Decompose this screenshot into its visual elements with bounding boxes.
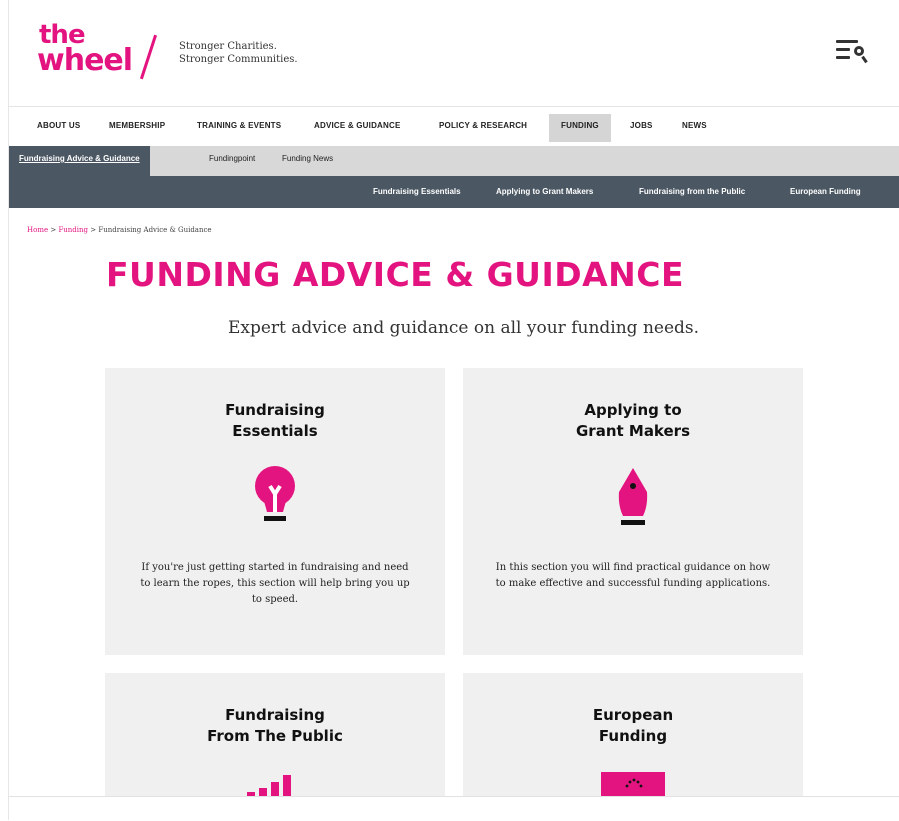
card-description: In this section you will find practical …	[495, 562, 771, 589]
logo-wheel: wheel	[37, 43, 133, 78]
subnav-funding-news[interactable]: Funding News	[282, 146, 333, 176]
tagline-line2: Stronger Communities.	[179, 54, 298, 65]
section-link-public[interactable]: Fundraising from the Public	[639, 176, 745, 208]
breadcrumb-sep-1: >	[48, 226, 59, 234]
subnav-fundraising-advice[interactable]: Fundraising Advice & Guidance	[9, 146, 150, 176]
card-title-line1: Fundraising	[225, 401, 325, 419]
tagline-line1: Stronger Charities.	[179, 41, 277, 52]
nav-training-events[interactable]: TRAINING & EVENTS	[197, 114, 281, 142]
card-fundraising-essentials[interactable]: Fundraising Essentials If you're just ge…	[105, 368, 445, 655]
page-title: FUNDING ADVICE & GUIDANCE	[106, 255, 685, 294]
card-title-line2: Essentials	[232, 422, 318, 440]
menu-line-2	[836, 48, 850, 51]
site-tagline: Stronger Charities. Stronger Communities…	[179, 40, 298, 66]
section-link-essentials[interactable]: Fundraising Essentials	[373, 176, 461, 208]
logo-slash	[139, 34, 158, 80]
menu-search-icon[interactable]	[836, 38, 868, 64]
breadcrumb-current: Fundraising Advice & Guidance	[98, 226, 212, 234]
nav-advice-guidance[interactable]: ADVICE & GUIDANCE	[314, 114, 401, 142]
card-fundraising-public[interactable]: Fundraising From The Public	[105, 673, 445, 796]
breadcrumb-home[interactable]: Home	[27, 226, 48, 234]
card-title: European Funding	[463, 705, 803, 747]
card-description: If you're just getting started in fundra…	[140, 562, 410, 605]
menu-line-1	[836, 40, 858, 43]
subnav-fundingpoint[interactable]: Fundingpoint	[209, 146, 255, 176]
nav-policy-research[interactable]: POLICY & RESEARCH	[439, 114, 527, 142]
nav-jobs[interactable]: JOBS	[630, 114, 653, 142]
search-lens	[854, 46, 864, 56]
breadcrumb: Home > Funding > Fundraising Advice & Gu…	[27, 226, 212, 234]
bar-chart-icon	[245, 773, 305, 796]
page-subtitle: Expert advice and guidance on all your f…	[227, 318, 700, 338]
card-title-line1: European	[592, 706, 674, 724]
nav-news[interactable]: NEWS	[682, 114, 707, 142]
card-title: Applying to Grant Makers	[463, 400, 803, 442]
card-title-line2: Grant Makers	[575, 422, 691, 440]
breadcrumb-sep-2: >	[88, 226, 99, 234]
lightbulb-icon	[250, 464, 300, 528]
page-frame: the wheel Stronger Charities. Stronger C…	[8, 0, 899, 821]
site-header: the wheel Stronger Charities. Stronger C…	[9, 0, 899, 107]
card-european-funding[interactable]: European Funding	[463, 673, 803, 796]
card-title-line2: Funding	[598, 727, 668, 745]
pen-nib-icon	[613, 464, 653, 530]
search-handle	[861, 55, 868, 64]
main-nav: ABOUT US MEMBERSHIP TRAINING & EVENTS AD…	[9, 114, 899, 142]
nav-funding[interactable]: FUNDING	[549, 114, 611, 142]
menu-line-3	[836, 56, 850, 59]
eu-flag-icon	[601, 772, 665, 796]
section-link-grant-makers[interactable]: Applying to Grant Makers	[496, 176, 593, 208]
card-title-line1: Fundraising	[225, 706, 325, 724]
section-link-european[interactable]: European Funding	[790, 176, 861, 208]
nav-about-us[interactable]: ABOUT US	[37, 114, 80, 142]
card-title: Fundraising Essentials	[105, 400, 445, 442]
section-subnav: Fundraising Essentials Applying to Grant…	[9, 176, 899, 208]
card-title-line2: From The Public	[207, 727, 343, 745]
nav-membership[interactable]: MEMBERSHIP	[109, 114, 165, 142]
card-applying-grant-makers[interactable]: Applying to Grant Makers In this section…	[463, 368, 803, 655]
site-logo[interactable]: the wheel	[37, 22, 158, 82]
card-title: Fundraising From The Public	[105, 705, 445, 747]
bottom-bar	[9, 796, 899, 821]
card-title-line1: Applying to	[584, 401, 682, 419]
breadcrumb-funding[interactable]: Funding	[58, 226, 88, 234]
funding-subnav: Fundraising Advice & Guidance Fundingpoi…	[9, 146, 899, 176]
